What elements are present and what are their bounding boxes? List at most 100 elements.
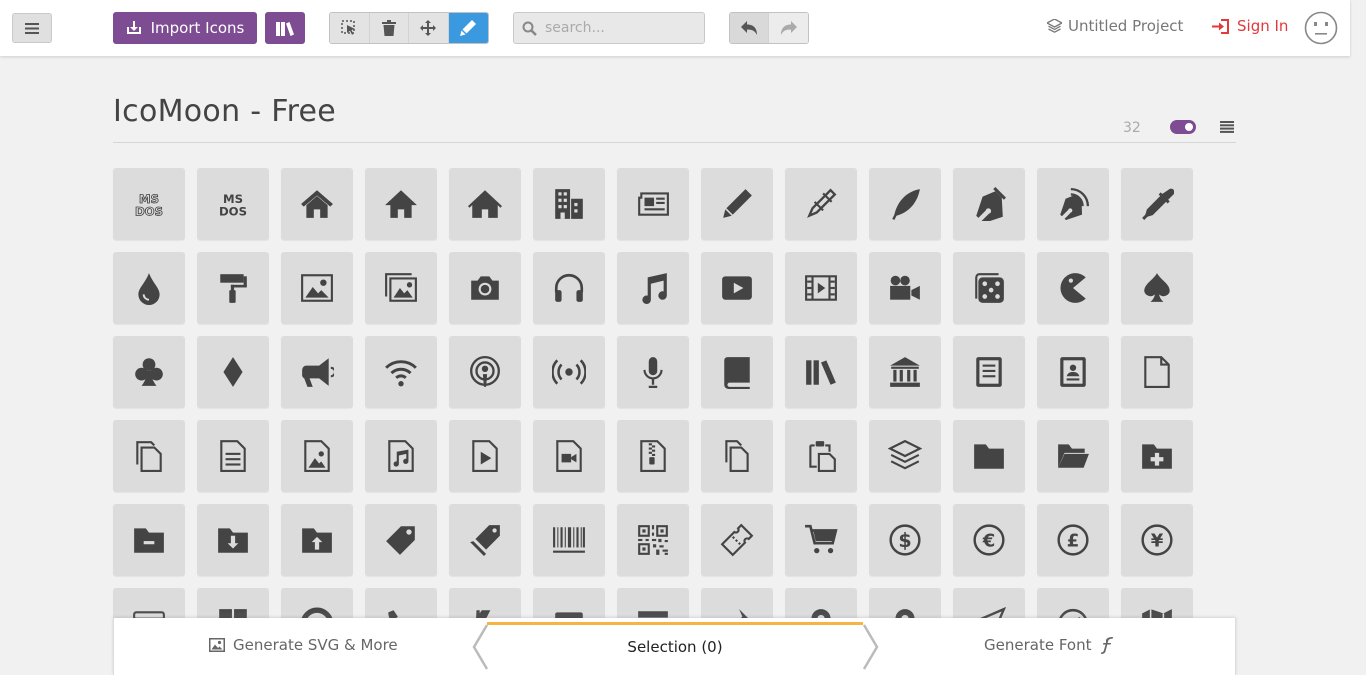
edit-tool-button[interactable]	[448, 13, 488, 43]
pencil-icon	[723, 189, 752, 218]
blog-icon	[1060, 187, 1090, 220]
icon-tile-folder-upload[interactable]	[281, 504, 353, 576]
icon-tile-price-tags[interactable]	[449, 504, 521, 576]
icon-tile-books[interactable]	[785, 336, 857, 408]
icon-tile-coin-euro[interactable]: €	[953, 504, 1025, 576]
import-icons-button[interactable]: Import Icons	[113, 12, 257, 44]
generate-svg-label: Generate SVG & More	[233, 636, 398, 654]
icon-tile-file-text[interactable]	[953, 336, 1025, 408]
icon-tile-pen[interactable]	[953, 168, 1025, 240]
edit-mode-toolgroup	[329, 12, 489, 44]
connection-icon	[385, 360, 417, 387]
ms-dos-outline-icon: MSDOS	[135, 192, 164, 220]
icon-tile-file-empty[interactable]	[1121, 336, 1193, 408]
icon-tile-ms-dos-outline[interactable]: MS DOS	[113, 168, 185, 240]
icon-tile-image[interactable]	[281, 252, 353, 324]
icon-tile-spades[interactable]	[1121, 252, 1193, 324]
icon-tile-droplet[interactable]	[113, 252, 185, 324]
icon-tile-quill[interactable]	[869, 168, 941, 240]
main-menu-button[interactable]	[12, 13, 52, 43]
icon-set-select-toggle[interactable]	[1170, 120, 1196, 134]
icon-tile-eyedropper[interactable]	[1121, 168, 1193, 240]
undo-button[interactable]	[730, 13, 770, 43]
icon-tile-folder-plus[interactable]	[1121, 420, 1193, 492]
profile-icon	[1060, 357, 1086, 387]
icon-tile-price-tag[interactable]	[365, 504, 437, 576]
icon-tile-home[interactable]	[281, 168, 353, 240]
icon-tile-home3[interactable]	[449, 168, 521, 240]
icon-tile-file-video[interactable]	[533, 420, 605, 492]
icon-tile-qrcode[interactable]	[617, 504, 689, 576]
icon-tile-newspaper[interactable]	[617, 168, 689, 240]
icon-tile-paint-format[interactable]	[197, 252, 269, 324]
icon-tile-paste[interactable]	[785, 420, 857, 492]
icon-tile-ticket[interactable]	[701, 504, 773, 576]
icon-tile-coin-dollar[interactable]: $	[869, 504, 941, 576]
icon-tile-bullhorn[interactable]	[281, 336, 353, 408]
icon-tile-pencil[interactable]	[701, 168, 773, 240]
icon-tile-podcast[interactable]	[449, 336, 521, 408]
icon-tile-camera[interactable]	[449, 252, 521, 324]
delete-tool-button[interactable]	[369, 13, 409, 43]
icon-tile-connection[interactable]	[365, 336, 437, 408]
icon-tile-ms-dos[interactable]: MS DOS	[197, 168, 269, 240]
icon-tile-barcode[interactable]	[533, 504, 605, 576]
icon-tile-clubs[interactable]	[113, 336, 185, 408]
icon-tile-file-picture[interactable]	[281, 420, 353, 492]
search-input[interactable]	[543, 19, 697, 37]
redo-button[interactable]	[769, 13, 808, 43]
icon-tile-profile[interactable]	[1037, 336, 1109, 408]
icon-tile-mic[interactable]	[617, 336, 689, 408]
generate-svg-button[interactable]: Generate SVG & More	[209, 636, 398, 654]
icon-tile-file-text2[interactable]	[197, 420, 269, 492]
sign-in-link[interactable]: Sign In	[1212, 17, 1288, 35]
icon-tile-diamonds[interactable]	[197, 336, 269, 408]
icon-tile-dice[interactable]	[953, 252, 1025, 324]
icon-tile-file-play[interactable]	[449, 420, 521, 492]
icon-tile-blog[interactable]	[1037, 168, 1109, 240]
select-tool-button[interactable]	[330, 13, 370, 43]
book-icon	[724, 357, 750, 389]
icon-tile-pencil2[interactable]	[785, 168, 857, 240]
icon-tile-feed[interactable]	[533, 336, 605, 408]
move-tool-button[interactable]	[409, 13, 449, 43]
icon-tile-folder-download[interactable]	[197, 504, 269, 576]
icon-tile-book[interactable]	[701, 336, 773, 408]
icon-tile-library[interactable]	[869, 336, 941, 408]
generate-font-button[interactable]: Generate Font	[984, 636, 1115, 654]
icon-tile-film[interactable]	[785, 252, 857, 324]
icon-tile-stack[interactable]	[869, 420, 941, 492]
avatar-neutral-face-icon[interactable]	[1304, 11, 1338, 45]
icon-tile-folder[interactable]	[953, 420, 1025, 492]
icon-tile-office[interactable]	[533, 168, 605, 240]
icon-tile-folder-minus[interactable]	[113, 504, 185, 576]
newspaper-icon	[638, 192, 669, 216]
icon-tile-home2[interactable]	[365, 168, 437, 240]
icon-tile-file-music[interactable]	[365, 420, 437, 492]
icon-tile-pacman[interactable]	[1037, 252, 1109, 324]
icon-tile-play[interactable]	[701, 252, 773, 324]
search-box[interactable]	[513, 12, 705, 44]
icon-tile-cart[interactable]	[785, 504, 857, 576]
trash-icon	[381, 20, 396, 36]
dice-icon	[975, 273, 1004, 303]
icon-tile-video-camera[interactable]	[869, 252, 941, 324]
icon-tile-file-zip[interactable]	[617, 420, 689, 492]
selection-active-bar	[487, 622, 863, 625]
icon-tile-coin-yen[interactable]: ¥	[1121, 504, 1193, 576]
project-selector[interactable]: Untitled Project	[1047, 17, 1183, 35]
feed-icon	[552, 359, 586, 385]
icon-tile-images[interactable]	[365, 252, 437, 324]
icon-tile-files-empty[interactable]	[113, 420, 185, 492]
icon-tile-copy[interactable]	[701, 420, 773, 492]
icon-tile-coin-pound[interactable]: £	[1037, 504, 1109, 576]
eyedropper-icon	[1142, 188, 1174, 220]
set-menu-icon[interactable]	[1220, 121, 1234, 133]
icon-tile-folder-open[interactable]	[1037, 420, 1109, 492]
icon-tile-music[interactable]	[617, 252, 689, 324]
coin-euro-icon: €	[973, 524, 1005, 556]
selection-tab[interactable]: Selection (0)	[487, 618, 863, 675]
bullhorn-icon	[302, 358, 334, 387]
icon-tile-headphones[interactable]	[533, 252, 605, 324]
icon-library-button[interactable]	[265, 12, 305, 44]
